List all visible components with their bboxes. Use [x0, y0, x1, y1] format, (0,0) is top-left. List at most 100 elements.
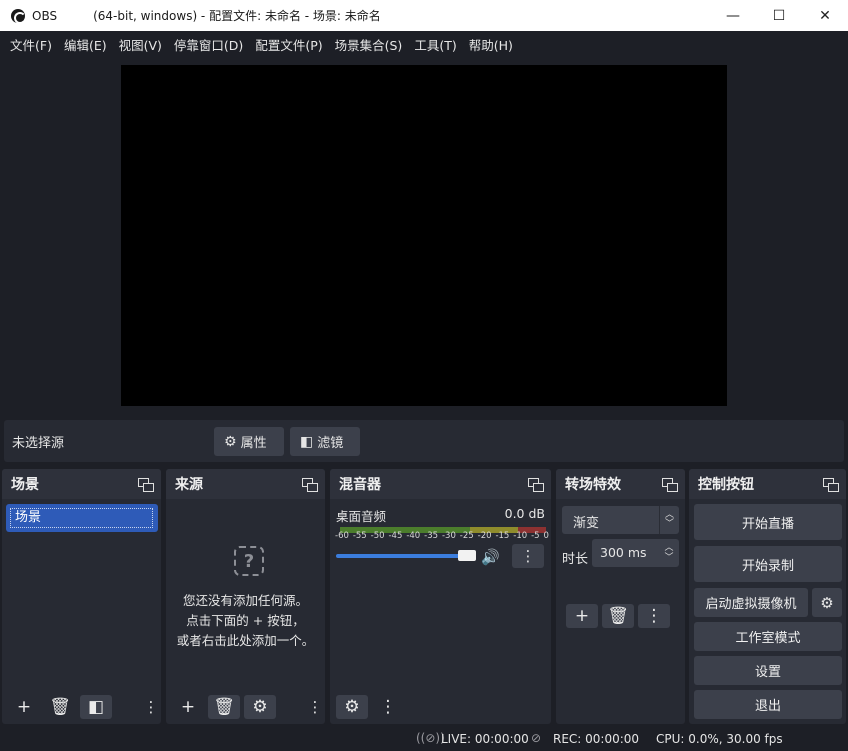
menu-profile[interactable]: 配置文件(P) — [249, 35, 328, 54]
source-properties-button[interactable]: ⚙ — [244, 695, 276, 719]
scene-name-editor[interactable]: 场景 — [10, 508, 153, 528]
scale-tick: -50 — [370, 531, 385, 541]
sources-list[interactable]: ? 您还没有添加任何源。 点击下面的 + 按钮， 或者右击此处添加一个。 + 🗑… — [166, 499, 325, 724]
rec-timer: REC: 00:00:00 — [553, 732, 640, 746]
close-icon: ✕ — [819, 7, 831, 24]
undock-icon[interactable] — [302, 477, 318, 492]
menu-docks[interactable]: 停靠窗口(D) — [168, 35, 249, 54]
empty-line: 或者右击此处添加一个。 — [176, 633, 315, 648]
record-off-icon: ⊘ — [531, 731, 542, 745]
controls-title: 控制按钮 — [698, 477, 754, 493]
scale-tick: -10 — [513, 531, 528, 541]
studio-mode-button[interactable]: 工作室模式 — [694, 622, 842, 651]
plus-icon: + — [180, 697, 196, 717]
transition-properties-button[interactable]: ⋮ — [638, 604, 670, 628]
no-source-label: 未选择源 — [12, 435, 65, 451]
menu-file[interactable]: 文件(F) — [4, 35, 58, 54]
updown-chevron-icon: ︿ ﹀ — [659, 506, 679, 534]
preview-canvas[interactable] — [121, 65, 727, 406]
audio-channel-menu-button[interactable]: ⋮ — [512, 544, 544, 568]
transitions-title: 转场特效 — [565, 477, 621, 493]
virtual-camera-settings-button[interactable]: ⚙ — [812, 588, 842, 617]
add-source-button[interactable]: + — [172, 695, 204, 719]
obs-logo-icon — [11, 8, 26, 24]
gear-icon: ⚙ — [252, 697, 268, 717]
controls-dock: 控制按钮 开始直播 开始录制 启动虚拟摄像机 ⚙ 工作室模式 设置 退出 — [689, 469, 846, 724]
kebab-icon: ⋮ — [307, 698, 323, 716]
undock-icon[interactable] — [823, 477, 839, 492]
trash-icon: 🗑 — [49, 697, 71, 717]
scale-tick: -5 — [531, 531, 540, 541]
spin-arrows-icon[interactable]: ︿ ﹀ — [659, 539, 679, 567]
volume-slider-handle[interactable] — [458, 550, 476, 561]
sources-toolbar: + 🗑 ⚙ ⋮ — [166, 690, 325, 724]
menu-scene-collection[interactable]: 场景集合(S) — [329, 35, 409, 54]
audio-channel-name: 桌面音频 — [336, 509, 387, 524]
scenes-more-button[interactable]: ⋮ — [144, 695, 159, 719]
scale-tick: -15 — [495, 531, 510, 541]
status-bar: ((⊘)) LIVE: 00:00:00 ⊘ REC: 00:00:00 CPU… — [0, 727, 848, 751]
filters-button[interactable]: ◧ 滤镜 — [290, 427, 360, 456]
menu-bar: 文件(F) 编辑(E) 视图(V) 停靠窗口(D) 配置文件(P) 场景集合(S… — [0, 31, 848, 57]
source-context-bar: 未选择源 ⚙ 属性 ◧ 滤镜 — [4, 420, 844, 462]
transitions-dock: 转场特效 渐变 ︿ ﹀ 时长 300 ms ︿ ﹀ + 🗑 ⋮ — [556, 469, 685, 724]
start-virtual-camera-button[interactable]: 启动虚拟摄像机 — [694, 588, 808, 617]
scenes-toolbar: + 🗑 ◧ ⋮ — [2, 690, 161, 724]
transition-selected-value: 渐变 — [573, 516, 600, 531]
menu-view[interactable]: 视图(V) — [113, 35, 168, 54]
sources-more-button[interactable]: ⋮ — [308, 695, 323, 719]
window-controls: — ☐ ✕ — [710, 0, 848, 31]
remove-source-button[interactable]: 🗑 — [208, 695, 240, 719]
scenes-title: 场景 — [11, 477, 39, 493]
add-scene-button[interactable]: + — [8, 695, 40, 719]
scale-tick: -45 — [388, 531, 403, 541]
minimize-icon: — — [726, 7, 740, 24]
close-button[interactable]: ✕ — [802, 0, 848, 31]
audio-level-db: 0.0 dB — [504, 506, 545, 521]
remove-scene-button[interactable]: 🗑 — [44, 695, 76, 719]
filter-icon: ◧ — [87, 697, 105, 717]
mixer-dock: 混音器 桌面音频 0.0 dB -60 -55 -50 -45 -40 -35 … — [330, 469, 551, 724]
minimize-button[interactable]: — — [710, 0, 756, 31]
menu-help[interactable]: 帮助(H) — [463, 35, 519, 54]
scale-tick: -30 — [441, 531, 456, 541]
scenes-dock-header: 场景 — [2, 469, 161, 499]
scale-tick: -55 — [352, 531, 367, 541]
scale-tick: -40 — [406, 531, 421, 541]
start-streaming-button[interactable]: 开始直播 — [694, 504, 842, 540]
properties-button[interactable]: ⚙ 属性 — [214, 427, 284, 456]
start-recording-button[interactable]: 开始录制 — [694, 546, 842, 582]
transition-select[interactable]: 渐变 ︿ ﹀ — [562, 506, 679, 534]
settings-button[interactable]: 设置 — [694, 656, 842, 685]
maximize-icon: ☐ — [772, 7, 786, 24]
undock-icon[interactable] — [138, 477, 154, 492]
mixer-more-button[interactable]: ⋮ — [372, 695, 404, 719]
exit-button[interactable]: 退出 — [694, 690, 842, 719]
transitions-dock-header: 转场特效 — [556, 469, 685, 499]
kebab-icon: ⋮ — [143, 698, 159, 716]
title-bar: OBS (64-bit, windows) - 配置文件: 未命名 - 场景: … — [0, 0, 848, 31]
controls-dock-header: 控制按钮 — [689, 469, 846, 499]
speaker-icon[interactable]: 🔊 — [481, 548, 500, 566]
mixer-title: 混音器 — [339, 477, 381, 493]
advanced-audio-button[interactable]: ⚙ — [336, 695, 368, 719]
undock-icon[interactable] — [662, 477, 678, 492]
menu-tools[interactable]: 工具(T) — [408, 35, 462, 54]
gear-icon: ⚙ — [224, 433, 237, 450]
list-item[interactable]: 场景 — [6, 504, 158, 532]
properties-label: 属性 — [240, 436, 267, 451]
live-timer: LIVE: 00:00:00 — [441, 732, 529, 746]
kebab-icon: ⋮ — [520, 547, 536, 565]
menu-edit[interactable]: 编辑(E) — [58, 35, 113, 54]
undock-icon[interactable] — [528, 477, 544, 492]
maximize-button[interactable]: ☐ — [756, 0, 802, 31]
add-transition-button[interactable]: + — [566, 604, 598, 628]
gears-icon: ⚙ — [344, 697, 360, 717]
mixer-toolbar: ⚙ ⋮ — [330, 690, 551, 724]
remove-transition-button[interactable]: 🗑 — [602, 604, 634, 628]
scene-filters-button[interactable]: ◧ — [80, 695, 112, 719]
empty-line: 点击下面的 + 按钮， — [186, 613, 305, 628]
volume-slider-track[interactable] — [336, 554, 476, 558]
app-name: OBS — [32, 8, 58, 23]
duration-spinbox[interactable]: 300 ms ︿ ﹀ — [592, 539, 679, 567]
